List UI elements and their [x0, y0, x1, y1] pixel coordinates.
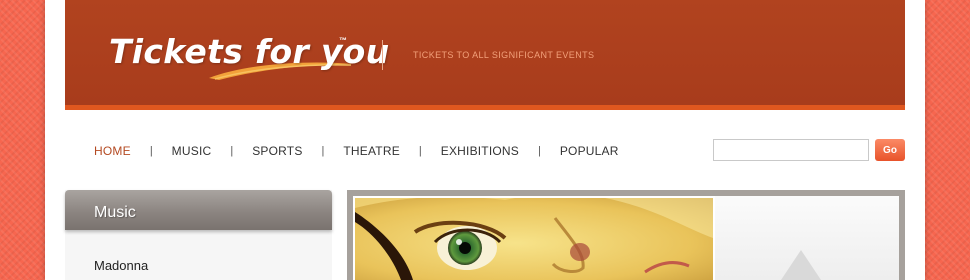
nav-separator: |: [537, 145, 541, 157]
nav-separator: |: [321, 145, 325, 157]
featured-banner: [347, 190, 905, 280]
nav-separator: |: [418, 145, 422, 157]
nav-separator: |: [149, 145, 153, 157]
sidebar-music: Music Madonna: [65, 190, 332, 280]
search-input[interactable]: [713, 139, 869, 161]
sidebar-item-madonna[interactable]: Madonna: [94, 258, 148, 273]
banner-photo[interactable]: [355, 198, 713, 280]
banner-side-panel: [715, 196, 899, 280]
sidebar-header: Music: [65, 190, 332, 230]
banner-inner: [353, 196, 899, 280]
main-nav: HOME | MUSIC | SPORTS | THEATRE | EXHIBI…: [94, 143, 619, 159]
site-logo[interactable]: Tickets for you ™: [105, 28, 389, 88]
nav-item-exhibitions[interactable]: EXHIBITIONS: [441, 144, 519, 158]
up-triangle-icon[interactable]: [781, 250, 821, 280]
nav-item-home[interactable]: HOME: [94, 144, 131, 158]
nav-item-music[interactable]: MUSIC: [172, 144, 212, 158]
nav-separator: |: [230, 145, 234, 157]
site-tagline: TICKETS TO ALL SIGNIFICANT EVENTS: [413, 50, 595, 60]
logo-trademark: ™: [339, 36, 347, 45]
logo-text: Tickets for you: [109, 32, 390, 71]
site-header: Tickets for you ™ TICKETS TO ALL SIGNIFI…: [65, 0, 905, 110]
nav-item-popular[interactable]: POPULAR: [560, 144, 619, 158]
sidebar-title: Music: [94, 204, 136, 221]
page-container: Tickets for you ™ TICKETS TO ALL SIGNIFI…: [45, 0, 925, 280]
nav-item-theatre[interactable]: THEATRE: [343, 144, 400, 158]
nav-item-sports[interactable]: SPORTS: [252, 144, 302, 158]
header-divider: [382, 40, 383, 70]
search-go-button[interactable]: Go: [875, 139, 905, 161]
